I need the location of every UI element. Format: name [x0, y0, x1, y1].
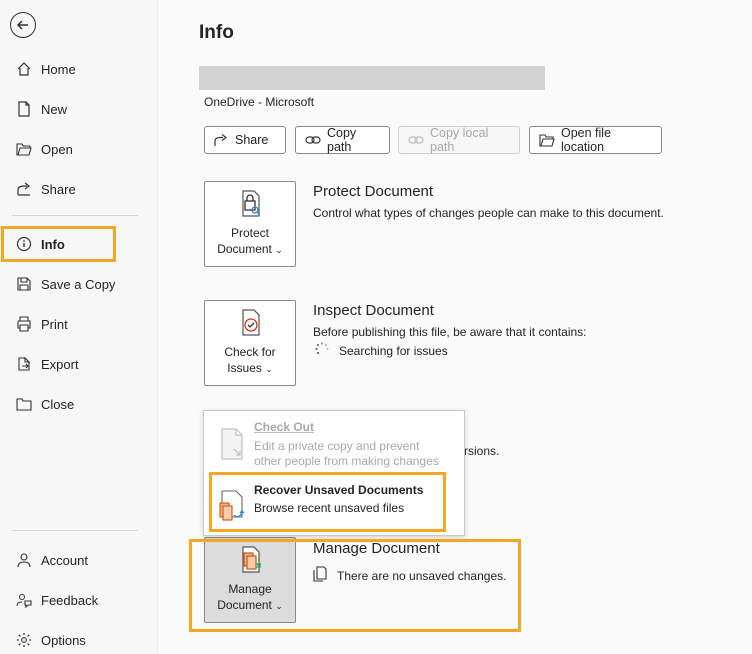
- check-out-desc-line1: Edit a private copy and prevent: [254, 439, 420, 453]
- copy-path-label: Copy path: [327, 126, 357, 154]
- copy-local-path-label: Copy local path: [430, 126, 489, 154]
- copy-local-path-button[interactable]: Copy local path: [398, 126, 520, 154]
- check-for-issues-button[interactable]: Check for Issues ⌄: [204, 300, 296, 386]
- protect-tile-line2: Document: [217, 242, 272, 256]
- inspect-document-icon: [234, 306, 266, 342]
- save-copy-icon: [14, 274, 34, 294]
- chevron-down-icon: ⌄: [265, 364, 273, 374]
- open-file-location-label: Open file location: [561, 126, 612, 154]
- nav-item-open[interactable]: Open: [0, 129, 157, 169]
- nav-item-export[interactable]: Export: [0, 344, 157, 384]
- share-button-label: Share: [235, 133, 269, 147]
- highlight-recover-unsaved: [209, 472, 446, 532]
- nav-label-print: Print: [41, 316, 68, 332]
- account-icon: [14, 550, 34, 570]
- open-file-location-button[interactable]: Open file location: [529, 126, 662, 154]
- nav-item-account[interactable]: Account: [0, 540, 157, 580]
- document-name-redacted: [199, 66, 545, 90]
- inspect-tile-line1: Check for: [224, 345, 276, 359]
- page-title: Info: [199, 22, 234, 43]
- nav-item-options[interactable]: Options: [0, 620, 157, 654]
- nav-label-export: Export: [41, 356, 79, 372]
- link-icon: [305, 134, 321, 146]
- nav-label-new: New: [41, 101, 68, 117]
- arrow-left-icon: [16, 20, 28, 30]
- print-icon: [14, 314, 34, 334]
- back-button[interactable]: [10, 12, 36, 38]
- nav-item-feedback[interactable]: Feedback: [0, 580, 157, 620]
- folder-open-icon: [539, 133, 555, 147]
- backstage-nav: Home New Open Share Info Save a Copy Pri…: [0, 0, 157, 654]
- protect-title: Protect Document: [313, 183, 434, 200]
- highlight-manage-document: [189, 539, 521, 632]
- nav-item-home[interactable]: Home: [0, 49, 157, 89]
- lock-icon: [234, 187, 266, 223]
- highlight-info: [1, 226, 116, 262]
- nav-item-share[interactable]: Share: [0, 169, 157, 209]
- nav-label-save-a-copy: Save a Copy: [41, 276, 116, 292]
- share-icon: [214, 133, 229, 147]
- check-out-title: Check Out: [254, 420, 315, 434]
- copy-path-button[interactable]: Copy path: [295, 126, 390, 154]
- folder-open-icon: [14, 139, 34, 159]
- export-icon: [14, 354, 34, 374]
- inspect-status: Searching for issues: [315, 342, 448, 359]
- link-icon: [408, 134, 424, 146]
- close-folder-icon: [14, 394, 34, 414]
- gear-icon: [14, 630, 34, 650]
- check-out-desc-line2: other people from making changes: [254, 454, 439, 468]
- nav-label-open: Open: [41, 141, 73, 157]
- share-icon: [14, 179, 34, 199]
- nav-divider: [12, 215, 138, 216]
- protect-tile-line1: Protect: [230, 226, 269, 240]
- chevron-down-icon: ⌄: [275, 245, 283, 255]
- new-document-icon: [14, 99, 34, 119]
- spinner-icon: [315, 342, 329, 359]
- feedback-icon: [14, 590, 34, 610]
- nav-item-new[interactable]: New: [0, 89, 157, 129]
- check-out-icon: [218, 427, 248, 464]
- nav-label-close: Close: [41, 396, 75, 412]
- nav-item-save-a-copy[interactable]: Save a Copy: [0, 264, 157, 304]
- nav-item-print[interactable]: Print: [0, 304, 157, 344]
- nav-divider: [12, 530, 138, 531]
- inspect-description: Before publishing this file, be aware th…: [313, 325, 587, 339]
- share-button[interactable]: Share: [204, 126, 286, 154]
- home-icon: [14, 59, 34, 79]
- document-location: OneDrive - Microsoft: [204, 95, 315, 109]
- inspect-title: Inspect Document: [313, 302, 434, 319]
- versions-description-partial: rsions.: [464, 444, 500, 458]
- nav-label-home: Home: [41, 61, 76, 77]
- nav-label-account: Account: [41, 552, 88, 568]
- nav-label-feedback: Feedback: [41, 592, 99, 608]
- nav-label-share: Share: [41, 181, 76, 197]
- menu-item-check-out[interactable]: Check Out Edit a private copy and preven…: [204, 411, 464, 473]
- nav-item-close[interactable]: Close: [0, 384, 157, 424]
- nav-label-options: Options: [41, 632, 86, 648]
- protect-description: Control what types of changes people can…: [313, 206, 664, 220]
- protect-document-button[interactable]: Protect Document ⌄: [204, 181, 296, 267]
- inspect-status-text: Searching for issues: [339, 343, 448, 358]
- inspect-tile-line2: Issues: [227, 361, 262, 375]
